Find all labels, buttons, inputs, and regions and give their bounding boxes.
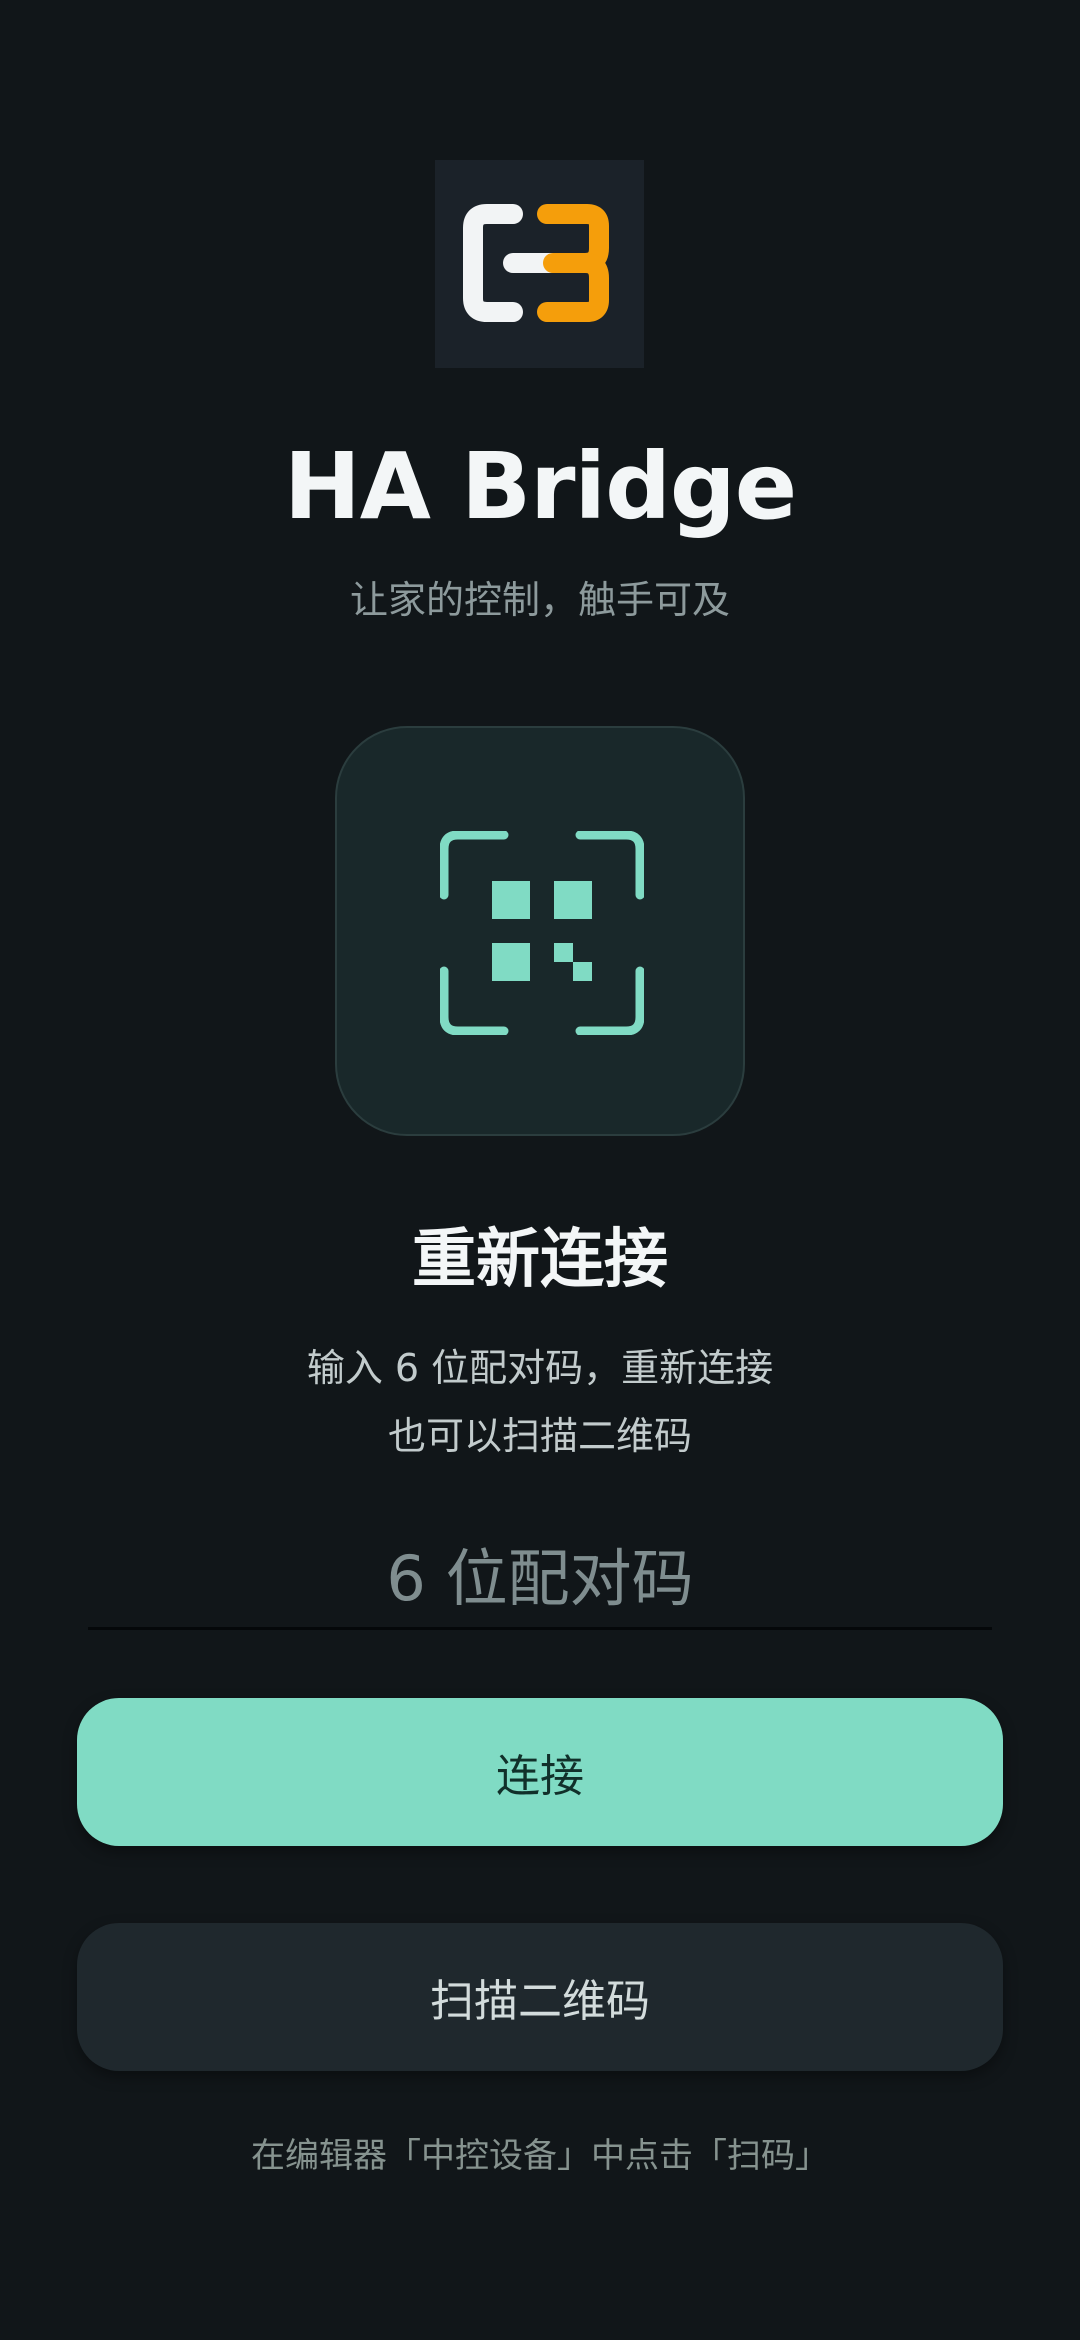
footer-hint: 在编辑器「中控设备」中点击「扫码」 [251,2136,829,2176]
qr-scan-icon [440,831,644,1035]
connect-button-label: 连接 [496,1751,584,1802]
reconnect-description-line2: 也可以扫描二维码 [387,1414,692,1458]
app-title: HA Bridge [283,433,797,540]
pairing-code-input[interactable] [88,1530,992,1630]
reconnect-description-line1: 输入 6 位配对码，重新连接 [306,1346,774,1390]
reconnect-screen: HA Bridge 让家的控制，触手可及 重新连接 输入 6 位配对码，重新连接… [0,0,1080,2340]
reconnect-title: 重新连接 [412,1223,668,1297]
scan-qr-button-label: 扫描二维码 [430,1976,650,2027]
scan-qr-button[interactable]: 扫描二维码 [77,1923,1003,2071]
c3-logo-icon [463,204,609,322]
app-logo [435,160,644,368]
connect-button[interactable]: 连接 [77,1698,1003,1846]
qr-illustration-tile [335,726,745,1136]
app-tagline: 让家的控制，触手可及 [349,578,730,622]
